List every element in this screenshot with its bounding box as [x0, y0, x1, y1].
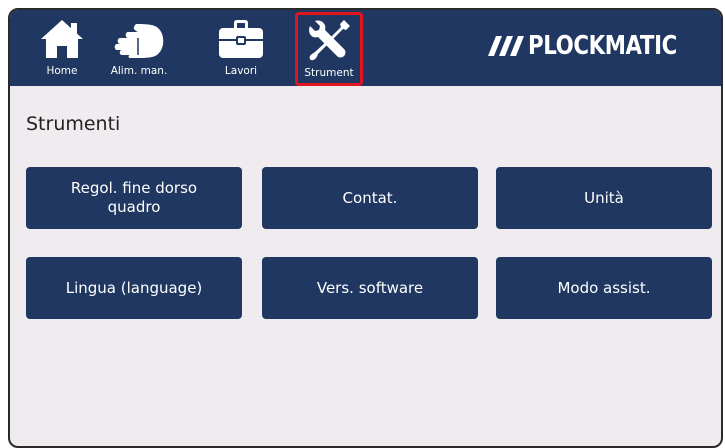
software-version-button[interactable]: Vers. software [262, 257, 478, 319]
logo-slashes-icon [487, 36, 524, 56]
page-title: Strumenti [26, 113, 121, 135]
hand-icon [108, 16, 170, 62]
tools-icon [306, 18, 352, 64]
nav-tools-button[interactable]: Strument [295, 12, 363, 86]
counters-button[interactable]: Contat. [262, 167, 478, 229]
units-button[interactable]: Unità [496, 167, 712, 229]
nav-manual-feed-button[interactable]: Alim. man. [102, 10, 176, 86]
nav-home-button[interactable]: Home [25, 10, 99, 86]
fine-adjust-spine-button[interactable]: Regol. fine dorso quadro [26, 167, 242, 229]
nav-home-label: Home [46, 65, 78, 77]
nav-manual-feed-label: Alim. man. [110, 65, 168, 77]
service-mode-button[interactable]: Modo assist. [496, 257, 712, 319]
plockmatic-logo: PLOCKMATIC [487, 28, 710, 64]
nav-jobs-label: Lavori [224, 65, 258, 77]
nav-jobs-button[interactable]: Lavori [204, 10, 278, 86]
language-button[interactable]: Lingua (language) [26, 257, 242, 319]
app-window: Home Alim. man. Lavori Strument PLOCKMAT… [8, 8, 723, 448]
top-navigation-bar: Home Alim. man. Lavori Strument PLOCKMAT… [10, 10, 721, 86]
home-icon [38, 16, 86, 62]
logo-text: PLOCKMATIC [527, 31, 677, 61]
briefcase-icon [216, 16, 266, 62]
nav-tools-label: Strument [304, 67, 354, 79]
